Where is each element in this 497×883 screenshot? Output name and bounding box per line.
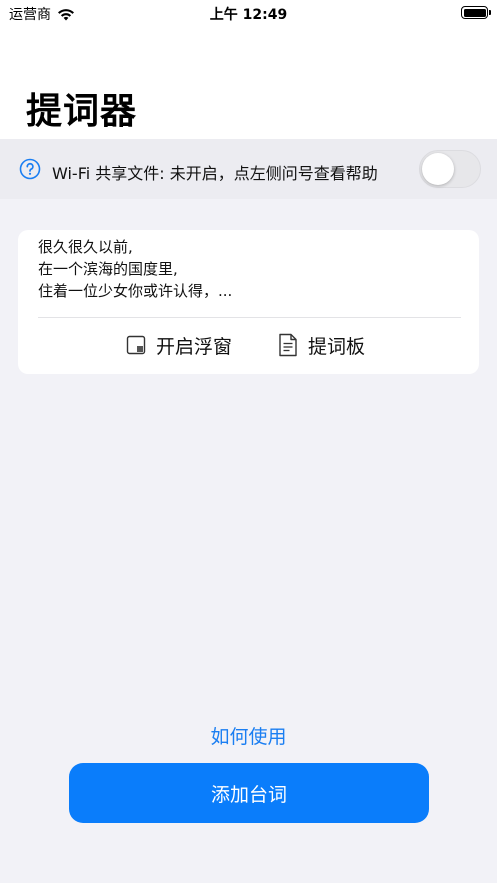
how-to-use-link[interactable]: 如何使用	[0, 722, 497, 749]
battery-level	[463, 8, 486, 17]
script-line: 很久很久以前,	[38, 238, 133, 256]
float-window-icon	[126, 335, 146, 355]
float-window-label: 开启浮窗	[156, 335, 233, 358]
script-card[interactable]: 很久很久以前, 在一个滨海的国度里, 住着一位少女你或许认得，... 开启浮窗 …	[18, 230, 479, 374]
status-time: 上午 12:49	[209, 7, 288, 23]
wifi-share-toggle[interactable]	[419, 150, 481, 188]
toggle-knob	[422, 153, 454, 185]
question-circle-icon[interactable]	[19, 158, 41, 180]
add-script-button[interactable]: 添加台词	[69, 763, 429, 823]
float-window-button[interactable]: 开启浮窗	[126, 330, 232, 360]
wifi-share-status: Wi-Fi 共享文件: 未开启，点左侧问号查看帮助	[52, 164, 378, 183]
battery-tip	[489, 10, 491, 15]
status-bar: 运营商 上午 12:49	[0, 0, 497, 26]
page-title: 提词器	[26, 91, 138, 132]
prompter-board-label: 提词板	[308, 335, 366, 358]
card-divider	[38, 317, 461, 318]
document-icon	[279, 333, 297, 357]
card-actions: 开启浮窗 提词板	[18, 330, 479, 360]
prompter-board-button[interactable]: 提词板	[278, 330, 365, 360]
battery-icon	[461, 6, 491, 19]
script-line: 住着一位少女你或许认得，...	[38, 282, 233, 300]
script-preview[interactable]: 很久很久以前, 在一个滨海的国度里, 住着一位少女你或许认得，...	[38, 236, 232, 302]
script-line: 在一个滨海的国度里,	[38, 260, 178, 278]
